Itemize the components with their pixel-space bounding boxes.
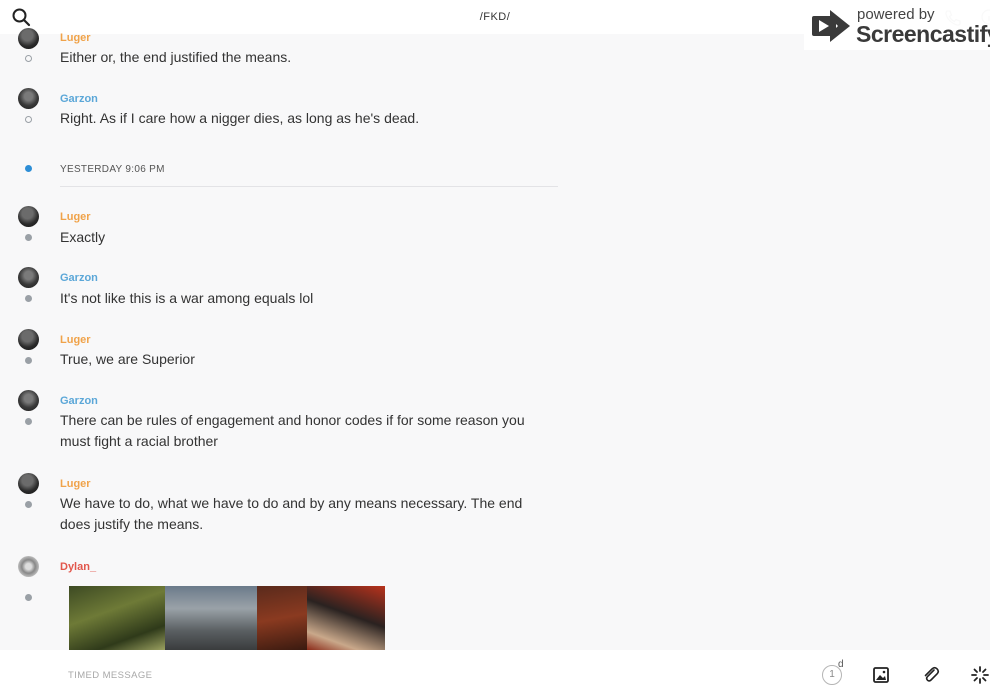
avatar[interactable]: [18, 206, 39, 227]
message-text: Right. As if I care how a nigger dies, a…: [60, 110, 420, 126]
composer-bar: TIMED MESSAGE 1 d: [0, 650, 990, 700]
avatar[interactable]: [18, 267, 39, 288]
sender-name[interactable]: Garzon: [60, 395, 98, 407]
message-text: Either or, the end justified the means.: [60, 49, 292, 65]
avatar[interactable]: [18, 556, 39, 577]
sender-name[interactable]: Luger: [60, 478, 91, 490]
status-dot: [25, 234, 32, 241]
message-text: It's not like this is a war among equals…: [60, 290, 314, 306]
sender-name[interactable]: Luger: [60, 334, 91, 346]
sender-name[interactable]: Dylan_: [60, 561, 96, 573]
timed-message-input[interactable]: TIMED MESSAGE: [68, 670, 152, 681]
message-text: Exactly: [60, 229, 106, 245]
screencastify-watermark: powered by Screencastify: [804, 2, 990, 50]
avatar[interactable]: [18, 28, 39, 49]
image-icon[interactable]: [870, 664, 892, 686]
sender-name[interactable]: Luger: [60, 211, 91, 223]
image-attachment[interactable]: [69, 586, 385, 650]
sender-name[interactable]: Garzon: [60, 272, 98, 284]
sender-name[interactable]: Garzon: [60, 93, 98, 105]
message-text: True, we are Superior: [60, 351, 195, 367]
avatar[interactable]: [18, 329, 39, 350]
status-dot: [25, 501, 32, 508]
message-text: There can be rules of engagement and hon…: [60, 412, 525, 449]
message-text: We have to do, what we have to do and by…: [60, 495, 523, 532]
watermark-brand: Screencastify: [856, 21, 990, 47]
status-dot: [25, 357, 32, 364]
status-dot: [25, 55, 32, 62]
paperclip-icon[interactable]: [920, 664, 942, 686]
avatar[interactable]: [18, 390, 39, 411]
status-dot: [25, 295, 32, 302]
burst-icon[interactable]: [969, 664, 990, 686]
day-separator: YESTERDAY 9:06 PM: [60, 164, 165, 175]
timer-unit-label: d: [838, 659, 844, 670]
sender-name[interactable]: Luger: [60, 32, 91, 44]
status-dot: [25, 594, 32, 601]
status-dot: [25, 418, 32, 425]
avatar[interactable]: [18, 88, 39, 109]
divider: [60, 186, 558, 187]
unread-marker-dot: [25, 165, 32, 172]
avatar[interactable]: [18, 473, 39, 494]
screencastify-logo-icon: [812, 10, 850, 42]
status-dot: [25, 116, 32, 123]
